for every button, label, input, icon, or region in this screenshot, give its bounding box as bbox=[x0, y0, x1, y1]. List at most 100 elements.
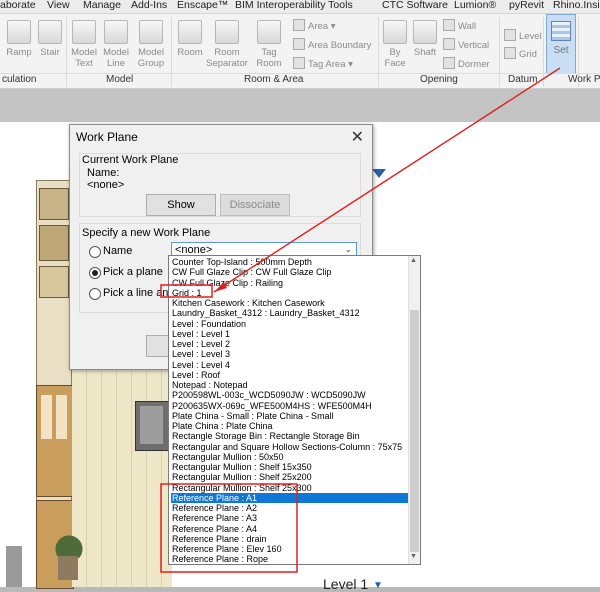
door-glass bbox=[56, 395, 67, 439]
stair-icon bbox=[38, 20, 62, 44]
cabinet-panel bbox=[39, 266, 69, 298]
set-work-plane-button[interactable]: Set bbox=[546, 14, 576, 74]
dropdown-item[interactable]: CW Full Glaze Clip : CW Full Glaze Clip bbox=[171, 267, 408, 277]
tab-bim-interoperability[interactable]: BIM Interoperability Tools bbox=[235, 0, 353, 11]
panel-work-plane[interactable]: Work P bbox=[568, 74, 600, 85]
dropdown-item[interactable]: Level : Level 3 bbox=[171, 349, 408, 359]
tag-area-button[interactable]: Tag Area ▾ bbox=[293, 57, 353, 71]
dropdown-item[interactable]: P200598WL-003c_WCD5090JW : WCD5090JW bbox=[171, 390, 408, 400]
pick-plane-radio-label[interactable]: Pick a plane bbox=[103, 266, 163, 278]
tab-enscape[interactable]: Enscape™ bbox=[177, 0, 228, 11]
dropdown-item[interactable]: P200635WX-069c_WFE500M4HS : WFE500M4H bbox=[171, 401, 408, 411]
tab-ctc-software[interactable]: CTC Software bbox=[382, 0, 448, 11]
cabinet-panel bbox=[39, 188, 69, 220]
tab-add-ins[interactable]: Add-Ins bbox=[131, 0, 167, 11]
dropdown-item[interactable]: Notepad : Notepad bbox=[171, 380, 408, 390]
wall-opening-button[interactable]: Wall bbox=[443, 19, 476, 33]
dropdown-item[interactable]: Level : Foundation bbox=[171, 319, 408, 329]
pick-line-radio[interactable] bbox=[89, 288, 101, 300]
level-icon bbox=[504, 29, 516, 41]
plant-pot bbox=[58, 556, 78, 580]
panel-circulation[interactable]: culation bbox=[2, 74, 36, 85]
dropdown-item[interactable]: Level : Level 4 bbox=[171, 360, 408, 370]
dropdown-item[interactable]: Rectangular Mullion : Shelf 25x300 bbox=[171, 483, 408, 493]
tag-room-icon bbox=[257, 20, 281, 44]
ribbon: aborate View Manage Add-Ins Enscape™ BIM… bbox=[0, 0, 600, 89]
dialog-title: Work Plane bbox=[76, 130, 138, 144]
tab-collaborate[interactable]: aborate bbox=[0, 0, 36, 11]
work-plane-dropdown-list[interactable]: Counter Top-Island : 500mm Depth CW Full … bbox=[168, 255, 421, 565]
ramp-icon bbox=[7, 20, 31, 44]
area-boundary-button[interactable]: Area Boundary bbox=[293, 38, 371, 52]
dropdown-item[interactable]: Level : Level 1 bbox=[171, 329, 408, 339]
dropdown-item[interactable]: Rectangle Storage Bin : Rectangle Storag… bbox=[171, 431, 408, 441]
panel-datum[interactable]: Datum bbox=[508, 74, 537, 85]
pick-plane-radio[interactable] bbox=[89, 267, 101, 279]
dropdown-item[interactable]: Rectangular Mullion : Shelf 25x200 bbox=[171, 472, 408, 482]
tab-pyrevit[interactable]: pyRevit bbox=[509, 0, 544, 11]
model-text-icon bbox=[72, 20, 96, 44]
model-line-icon bbox=[104, 20, 128, 44]
model-group-button[interactable]: Model Group bbox=[134, 20, 168, 69]
dropdown-item[interactable]: Reference Plane : A1 bbox=[171, 492, 408, 503]
tab-rhino-inside[interactable]: Rhino.Inside bbox=[553, 0, 600, 11]
dropdown-item[interactable]: Rectangular and Square Hollow Sections-C… bbox=[171, 442, 408, 452]
room-button[interactable]: Room bbox=[174, 20, 206, 58]
scroll-up-icon[interactable]: ▲ bbox=[410, 257, 417, 264]
scrollbar[interactable]: ▲ ▼ bbox=[408, 256, 420, 564]
level-head-icon[interactable]: ▼ bbox=[373, 580, 383, 591]
panel-model[interactable]: Model bbox=[106, 74, 133, 85]
name-radio[interactable] bbox=[89, 246, 101, 258]
show-button[interactable]: Show bbox=[146, 194, 216, 216]
panel-opening[interactable]: Opening bbox=[420, 74, 458, 85]
model-group-icon bbox=[139, 20, 163, 44]
room-separator-icon bbox=[215, 20, 239, 44]
model-line-button[interactable]: Model Line bbox=[101, 20, 131, 69]
by-face-button[interactable]: By Face bbox=[381, 20, 409, 69]
dropdown-item[interactable]: Plate China : Plate China bbox=[171, 421, 408, 431]
dormer-icon bbox=[443, 57, 455, 69]
dropdown-item[interactable]: Grid : 1 bbox=[171, 288, 408, 298]
vertical-opening-button[interactable]: Vertical bbox=[443, 38, 489, 52]
cabinet-panel bbox=[39, 225, 69, 261]
tab-manage[interactable]: Manage bbox=[83, 0, 121, 11]
dropdown-item[interactable]: Reference Plane : A3 bbox=[171, 513, 408, 523]
dropdown-item[interactable]: Counter Top-Island : 500mm Depth bbox=[171, 257, 408, 267]
model-text-button[interactable]: Model Text bbox=[68, 20, 100, 69]
scrollbar-thumb[interactable] bbox=[410, 310, 419, 552]
tag-room-button[interactable]: Tag Room bbox=[254, 20, 284, 69]
grid-button[interactable]: Grid bbox=[504, 47, 537, 61]
plant-foliage bbox=[48, 528, 90, 558]
dropdown-item[interactable]: Reference Plane : Elev 160 bbox=[171, 544, 408, 554]
dormer-button[interactable]: Dormer bbox=[443, 57, 490, 71]
close-icon[interactable]: ✕ bbox=[351, 127, 364, 147]
panel-room-area[interactable]: Room & Area bbox=[244, 74, 303, 85]
dropdown-item[interactable]: Reference Plane : A2 bbox=[171, 503, 408, 513]
name-radio-label[interactable]: Name bbox=[103, 245, 132, 257]
dropdown-item[interactable]: Rectangular Mullion : 50x50 bbox=[171, 452, 408, 462]
dropdown-item[interactable]: Plate China - Small : Plate China - Smal… bbox=[171, 411, 408, 421]
dropdown-item[interactable]: Laundry_Basket_4312 : Laundry_Basket_431… bbox=[171, 308, 408, 318]
stair-button[interactable]: Stair bbox=[36, 20, 64, 58]
dropdown-item[interactable]: Level : Level 2 bbox=[171, 339, 408, 349]
area-button[interactable]: Area ▾ bbox=[293, 19, 336, 33]
dropdown-item[interactable]: Reference Plane : Rope bbox=[171, 554, 408, 564]
dropdown-item[interactable]: Level : Roof bbox=[171, 370, 408, 380]
dropdown-item[interactable]: Rectangular Mullion : Shelf 15x350 bbox=[171, 462, 408, 472]
dissociate-button[interactable]: Dissociate bbox=[220, 194, 290, 216]
vertical-opening-icon bbox=[443, 38, 455, 50]
room-separator-button[interactable]: Room Separator bbox=[205, 20, 249, 69]
dropdown-item[interactable]: Reference Plane : A4 bbox=[171, 524, 408, 534]
name-label: Name: bbox=[87, 167, 120, 179]
dropdown-item[interactable]: CW Full Glaze Clip : Railing bbox=[171, 278, 408, 288]
level-button[interactable]: Level bbox=[504, 29, 542, 43]
scroll-down-icon[interactable]: ▼ bbox=[410, 553, 417, 560]
dropdown-item[interactable]: Kitchen Casework : Kitchen Casework bbox=[171, 298, 408, 308]
dropdown-item[interactable]: Reference Plane : drain bbox=[171, 534, 408, 544]
tab-view[interactable]: View bbox=[47, 0, 70, 11]
room-icon bbox=[178, 20, 202, 44]
area-icon bbox=[293, 19, 305, 31]
ramp-button[interactable]: Ramp bbox=[4, 20, 34, 58]
tab-lumion[interactable]: Lumion® bbox=[454, 0, 496, 11]
shaft-button[interactable]: Shaft bbox=[410, 20, 440, 58]
